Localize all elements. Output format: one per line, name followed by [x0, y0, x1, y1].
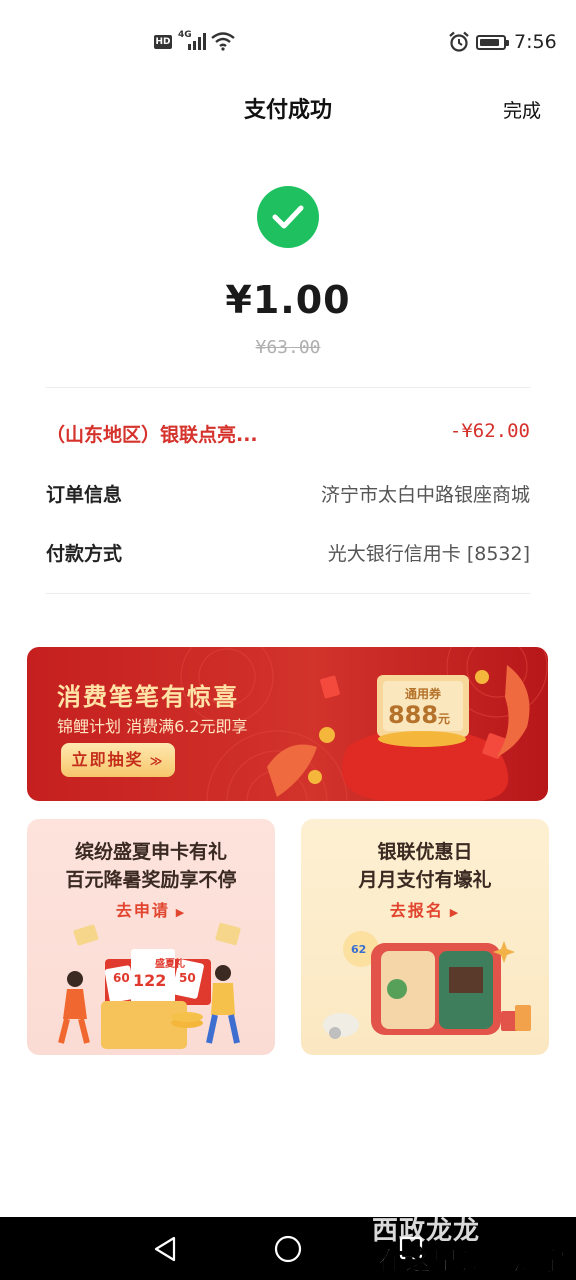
coupon-value: 888元	[383, 701, 455, 729]
signup-link-label: 去报名	[389, 901, 444, 920]
done-button[interactable]: 完成	[503, 96, 541, 123]
coupon-unit: 元	[438, 712, 451, 726]
deco-badge: 62	[351, 943, 367, 956]
card-title: 银联优惠日	[377, 841, 473, 863]
pay-method-value: 光大银行信用卡 [8532]	[327, 543, 530, 565]
deco-label: 盛夏礼	[155, 959, 185, 970]
card-subtitle: 百元降暑奖励享不停	[65, 869, 237, 891]
deco-value: 60	[113, 971, 130, 985]
original-amount: ¥63.00	[255, 337, 321, 358]
battery-level	[480, 39, 499, 46]
card-illustration	[323, 931, 531, 1039]
pay-method-label: 付款方式	[46, 543, 123, 565]
signal-icon	[188, 33, 206, 50]
success-check-icon	[257, 186, 319, 248]
clock: 7:56	[514, 31, 557, 53]
unionpay-day-promo[interactable]: 银联优惠日 月月支付有壕礼 去报名 ▶ 62	[301, 819, 549, 1055]
coupon-label: 通用券	[404, 687, 441, 701]
card-subtitle: 月月支付有壕礼	[358, 869, 492, 891]
divider	[46, 593, 530, 594]
discount-value: -¥62.00	[449, 420, 530, 442]
page-title: 支付成功	[243, 98, 332, 123]
alarm-icon	[449, 31, 469, 52]
banner-subtitle: 锦鲤计划 消费满6.2元即享	[57, 717, 248, 736]
checkmark-icon	[272, 205, 304, 229]
back-icon[interactable]	[152, 1235, 178, 1263]
divider	[46, 387, 530, 388]
coupon-amount: 888	[387, 701, 439, 729]
apply-card-promo[interactable]: 缤纷盛夏申卡有礼 百元降暑奖励享不停 去申请 ▶ 盛夏礼 122 60 50	[27, 819, 275, 1055]
lottery-banner[interactable]: 消费笔笔有惊喜 锦鲤计划 消费满6.2元即享 立即抽奖 ≫ 通用券 888元	[27, 647, 548, 801]
play-arrow-icon: ▶	[443, 906, 461, 919]
deco-value: 122	[133, 971, 167, 990]
status-bar: HD 4G 7:56	[0, 0, 576, 80]
wifi-icon	[211, 32, 235, 51]
home-icon[interactable]	[274, 1235, 302, 1263]
apply-link[interactable]: 去申请 ▶	[27, 897, 275, 921]
signup-link[interactable]: 去报名 ▶	[301, 897, 549, 921]
draw-lottery-button[interactable]: 立即抽奖 ≫	[61, 743, 175, 777]
play-arrow-icon: ▶	[169, 906, 187, 919]
discount-label[interactable]: （山东地区）银联点亮...	[46, 420, 258, 447]
hd-badge: HD	[154, 35, 172, 49]
apply-link-label: 去申请	[115, 901, 170, 920]
double-arrow-icon: ≫	[143, 754, 165, 768]
watermark-slogan: 在这里读懂济宁	[377, 1247, 568, 1278]
draw-lottery-label: 立即抽奖	[71, 750, 144, 769]
banner-title: 消费笔笔有惊喜	[57, 683, 239, 711]
paid-amount: ¥1.00	[225, 278, 351, 322]
order-info-value: 济宁市太白中路银座商城	[320, 484, 530, 506]
deco-value: 50	[179, 971, 196, 985]
order-info-label: 订单信息	[46, 484, 123, 506]
battery-icon	[476, 35, 509, 50]
card-title: 缤纷盛夏申卡有礼	[74, 841, 227, 863]
